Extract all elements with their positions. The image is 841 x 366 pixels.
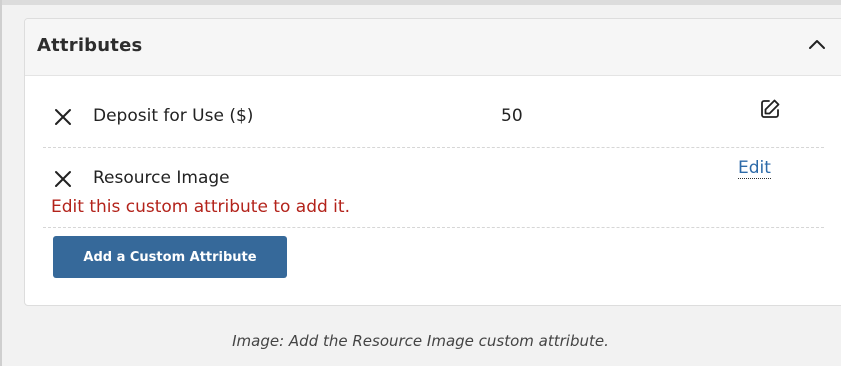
screenshot-frame: Attributes Deposit for Use ($) 50 Resour… [0, 0, 841, 366]
edit-icon[interactable] [759, 98, 781, 120]
image-caption: Image: Add the Resource Image custom att… [232, 332, 609, 350]
attribute-row-resource-image: Resource Image Edit Edit this custom att… [43, 148, 824, 228]
close-icon[interactable] [53, 169, 73, 189]
left-border [0, 0, 2, 366]
top-border [0, 0, 841, 5]
attribute-row-deposit: Deposit for Use ($) 50 [43, 86, 824, 148]
edit-link[interactable]: Edit [738, 158, 771, 179]
add-custom-attribute-button[interactable]: Add a Custom Attribute [53, 236, 287, 278]
attribute-label: Deposit for Use ($) [93, 106, 254, 126]
attribute-value: 50 [501, 106, 523, 126]
close-icon[interactable] [53, 107, 73, 127]
chevron-up-icon[interactable] [805, 33, 829, 57]
attributes-panel: Attributes Deposit for Use ($) 50 Resour… [24, 18, 841, 306]
panel-title: Attributes [37, 35, 143, 56]
error-message: Edit this custom attribute to add it. [51, 197, 350, 217]
row-divider [43, 227, 824, 228]
panel-header[interactable]: Attributes [25, 19, 841, 76]
attribute-label: Resource Image [93, 168, 230, 188]
